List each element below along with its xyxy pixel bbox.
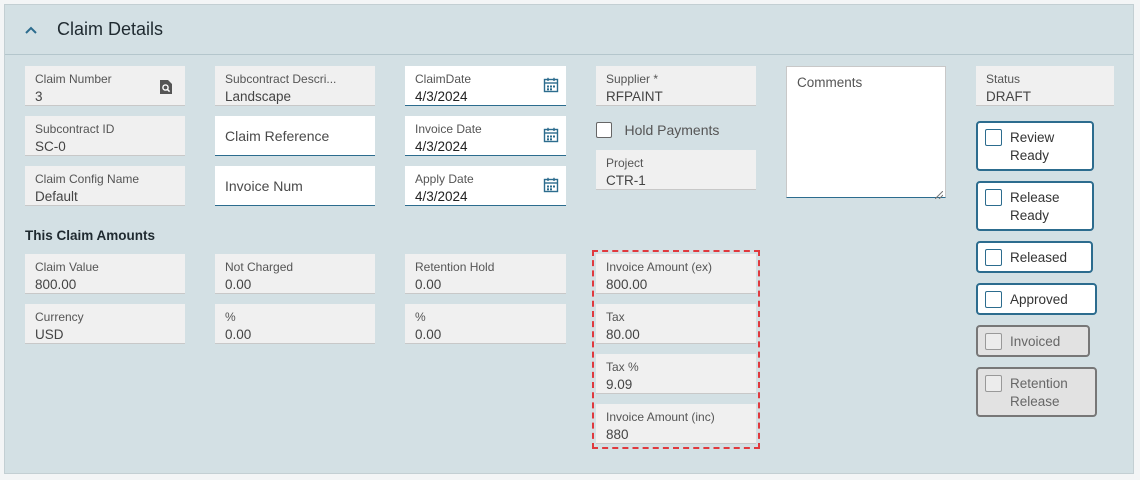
- retention-hold-label: Retention Hold: [415, 260, 495, 274]
- invoice-date-field[interactable]: Invoice Date 4/3/2024: [405, 116, 566, 156]
- retention-release-checkbox-icon: [985, 375, 1002, 392]
- claim-date-label: ClaimDate: [415, 72, 472, 86]
- project-label: Project: [606, 156, 644, 170]
- claim-value-field: Claim Value 800.00: [25, 254, 185, 294]
- hold-payments-box[interactable]: [596, 121, 612, 138]
- supplier-label: Supplier *: [606, 72, 659, 86]
- subcontract-id-value: SC-0: [35, 139, 66, 154]
- claim-config-name-value: Default: [35, 189, 78, 204]
- release-ready-button[interactable]: Release Ready: [976, 181, 1094, 231]
- chevron-up-icon[interactable]: [21, 21, 41, 41]
- apply-date-value: 4/3/2024: [415, 189, 468, 204]
- retention-hold-percent-field: % 0.00: [405, 304, 566, 344]
- claim-reference-input[interactable]: Claim Reference: [215, 116, 375, 156]
- supplier-field: Supplier * RFPAINT: [596, 66, 756, 106]
- invoiced-checkbox-icon: [985, 333, 1002, 350]
- review-ready-label: Review Ready: [1010, 130, 1055, 163]
- not-charged-percent-field: % 0.00: [215, 304, 375, 344]
- approved-label: Approved: [1010, 292, 1068, 307]
- claim-date-field[interactable]: ClaimDate 4/3/2024: [405, 66, 566, 106]
- claim-config-name-field: Claim Config Name Default: [25, 166, 185, 206]
- currency-field: Currency USD: [25, 304, 185, 344]
- invoice-num-placeholder: Invoice Num: [225, 178, 303, 194]
- release-ready-checkbox-icon: [985, 189, 1002, 206]
- comments-placeholder: Comments: [797, 75, 863, 90]
- hold-payments-checkbox[interactable]: Hold Payments: [596, 121, 719, 141]
- released-button[interactable]: Released: [976, 241, 1093, 273]
- hold-payments-label: Hold Payments: [624, 121, 720, 138]
- claim-value-label: Claim Value: [35, 260, 99, 274]
- resize-handle-icon[interactable]: [934, 187, 944, 200]
- not-charged-label: Not Charged: [225, 260, 294, 274]
- not-charged-percent-label: %: [225, 310, 236, 324]
- invoice-date-value: 4/3/2024: [415, 139, 468, 154]
- comments-textarea[interactable]: Comments: [786, 66, 946, 200]
- not-charged-value: 0.00: [225, 277, 252, 292]
- retention-hold-value: 0.00: [415, 277, 442, 292]
- claim-number-value: 3: [35, 89, 43, 104]
- claim-reference-placeholder: Claim Reference: [225, 128, 330, 144]
- apply-date-label: Apply Date: [415, 172, 474, 186]
- subcontract-id-label: Subcontract ID: [35, 122, 115, 136]
- retention-hold-field: Retention Hold 0.00: [405, 254, 566, 294]
- claim-number-field[interactable]: Claim Number 3: [25, 66, 185, 106]
- currency-label: Currency: [35, 310, 84, 324]
- subcontract-description-field: Subcontract Descri... Landscape: [215, 66, 375, 106]
- retention-hold-percent-value: 0.00: [415, 327, 442, 342]
- released-checkbox-icon: [985, 249, 1002, 266]
- status-label: Status: [986, 72, 1021, 86]
- approved-checkbox-icon: [985, 291, 1002, 308]
- apply-date-field[interactable]: Apply Date 4/3/2024: [405, 166, 566, 206]
- project-field: Project CTR-1: [596, 150, 756, 190]
- invoice-num-input[interactable]: Invoice Num: [215, 166, 375, 206]
- claim-number-label: Claim Number: [35, 72, 112, 86]
- retention-release-label: Retention Release: [1010, 376, 1068, 409]
- approved-button[interactable]: Approved: [976, 283, 1097, 315]
- subcontract-description-label: Subcontract Descri...: [225, 72, 337, 86]
- invoiced-button: Invoiced: [976, 325, 1090, 357]
- calendar-icon[interactable]: [543, 127, 559, 143]
- invoice-date-label: Invoice Date: [415, 122, 482, 136]
- invoice-amounts-highlight: [592, 250, 760, 449]
- calendar-icon[interactable]: [543, 177, 559, 193]
- calendar-icon[interactable]: [543, 77, 559, 93]
- retention-release-button: Retention Release: [976, 367, 1097, 417]
- claim-date-value: 4/3/2024: [415, 89, 468, 104]
- review-ready-checkbox-icon: [985, 129, 1002, 146]
- release-ready-label: Release Ready: [1010, 190, 1060, 223]
- project-value: CTR-1: [606, 173, 646, 188]
- panel-title: Claim Details: [57, 19, 164, 39]
- subcontract-description-value: Landscape: [225, 89, 292, 104]
- supplier-value: RFPAINT: [606, 89, 663, 104]
- released-label: Released: [1010, 250, 1068, 265]
- not-charged-percent-value: 0.00: [225, 327, 252, 342]
- claim-value-value: 800.00: [35, 277, 77, 292]
- this-claim-amounts-title: This Claim Amounts: [25, 228, 156, 243]
- panel-header: Claim Details: [5, 5, 1133, 55]
- currency-value: USD: [35, 327, 64, 342]
- invoiced-label: Invoiced: [1010, 334, 1061, 349]
- status-field: Status DRAFT: [976, 66, 1114, 106]
- review-ready-button[interactable]: Review Ready: [976, 121, 1094, 171]
- subcontract-id-field: Subcontract ID SC-0: [25, 116, 185, 156]
- lookup-icon[interactable]: [159, 80, 173, 94]
- not-charged-field: Not Charged 0.00: [215, 254, 375, 294]
- status-value: DRAFT: [986, 89, 1031, 104]
- claim-config-name-label: Claim Config Name: [35, 172, 140, 186]
- retention-hold-percent-label: %: [415, 310, 426, 324]
